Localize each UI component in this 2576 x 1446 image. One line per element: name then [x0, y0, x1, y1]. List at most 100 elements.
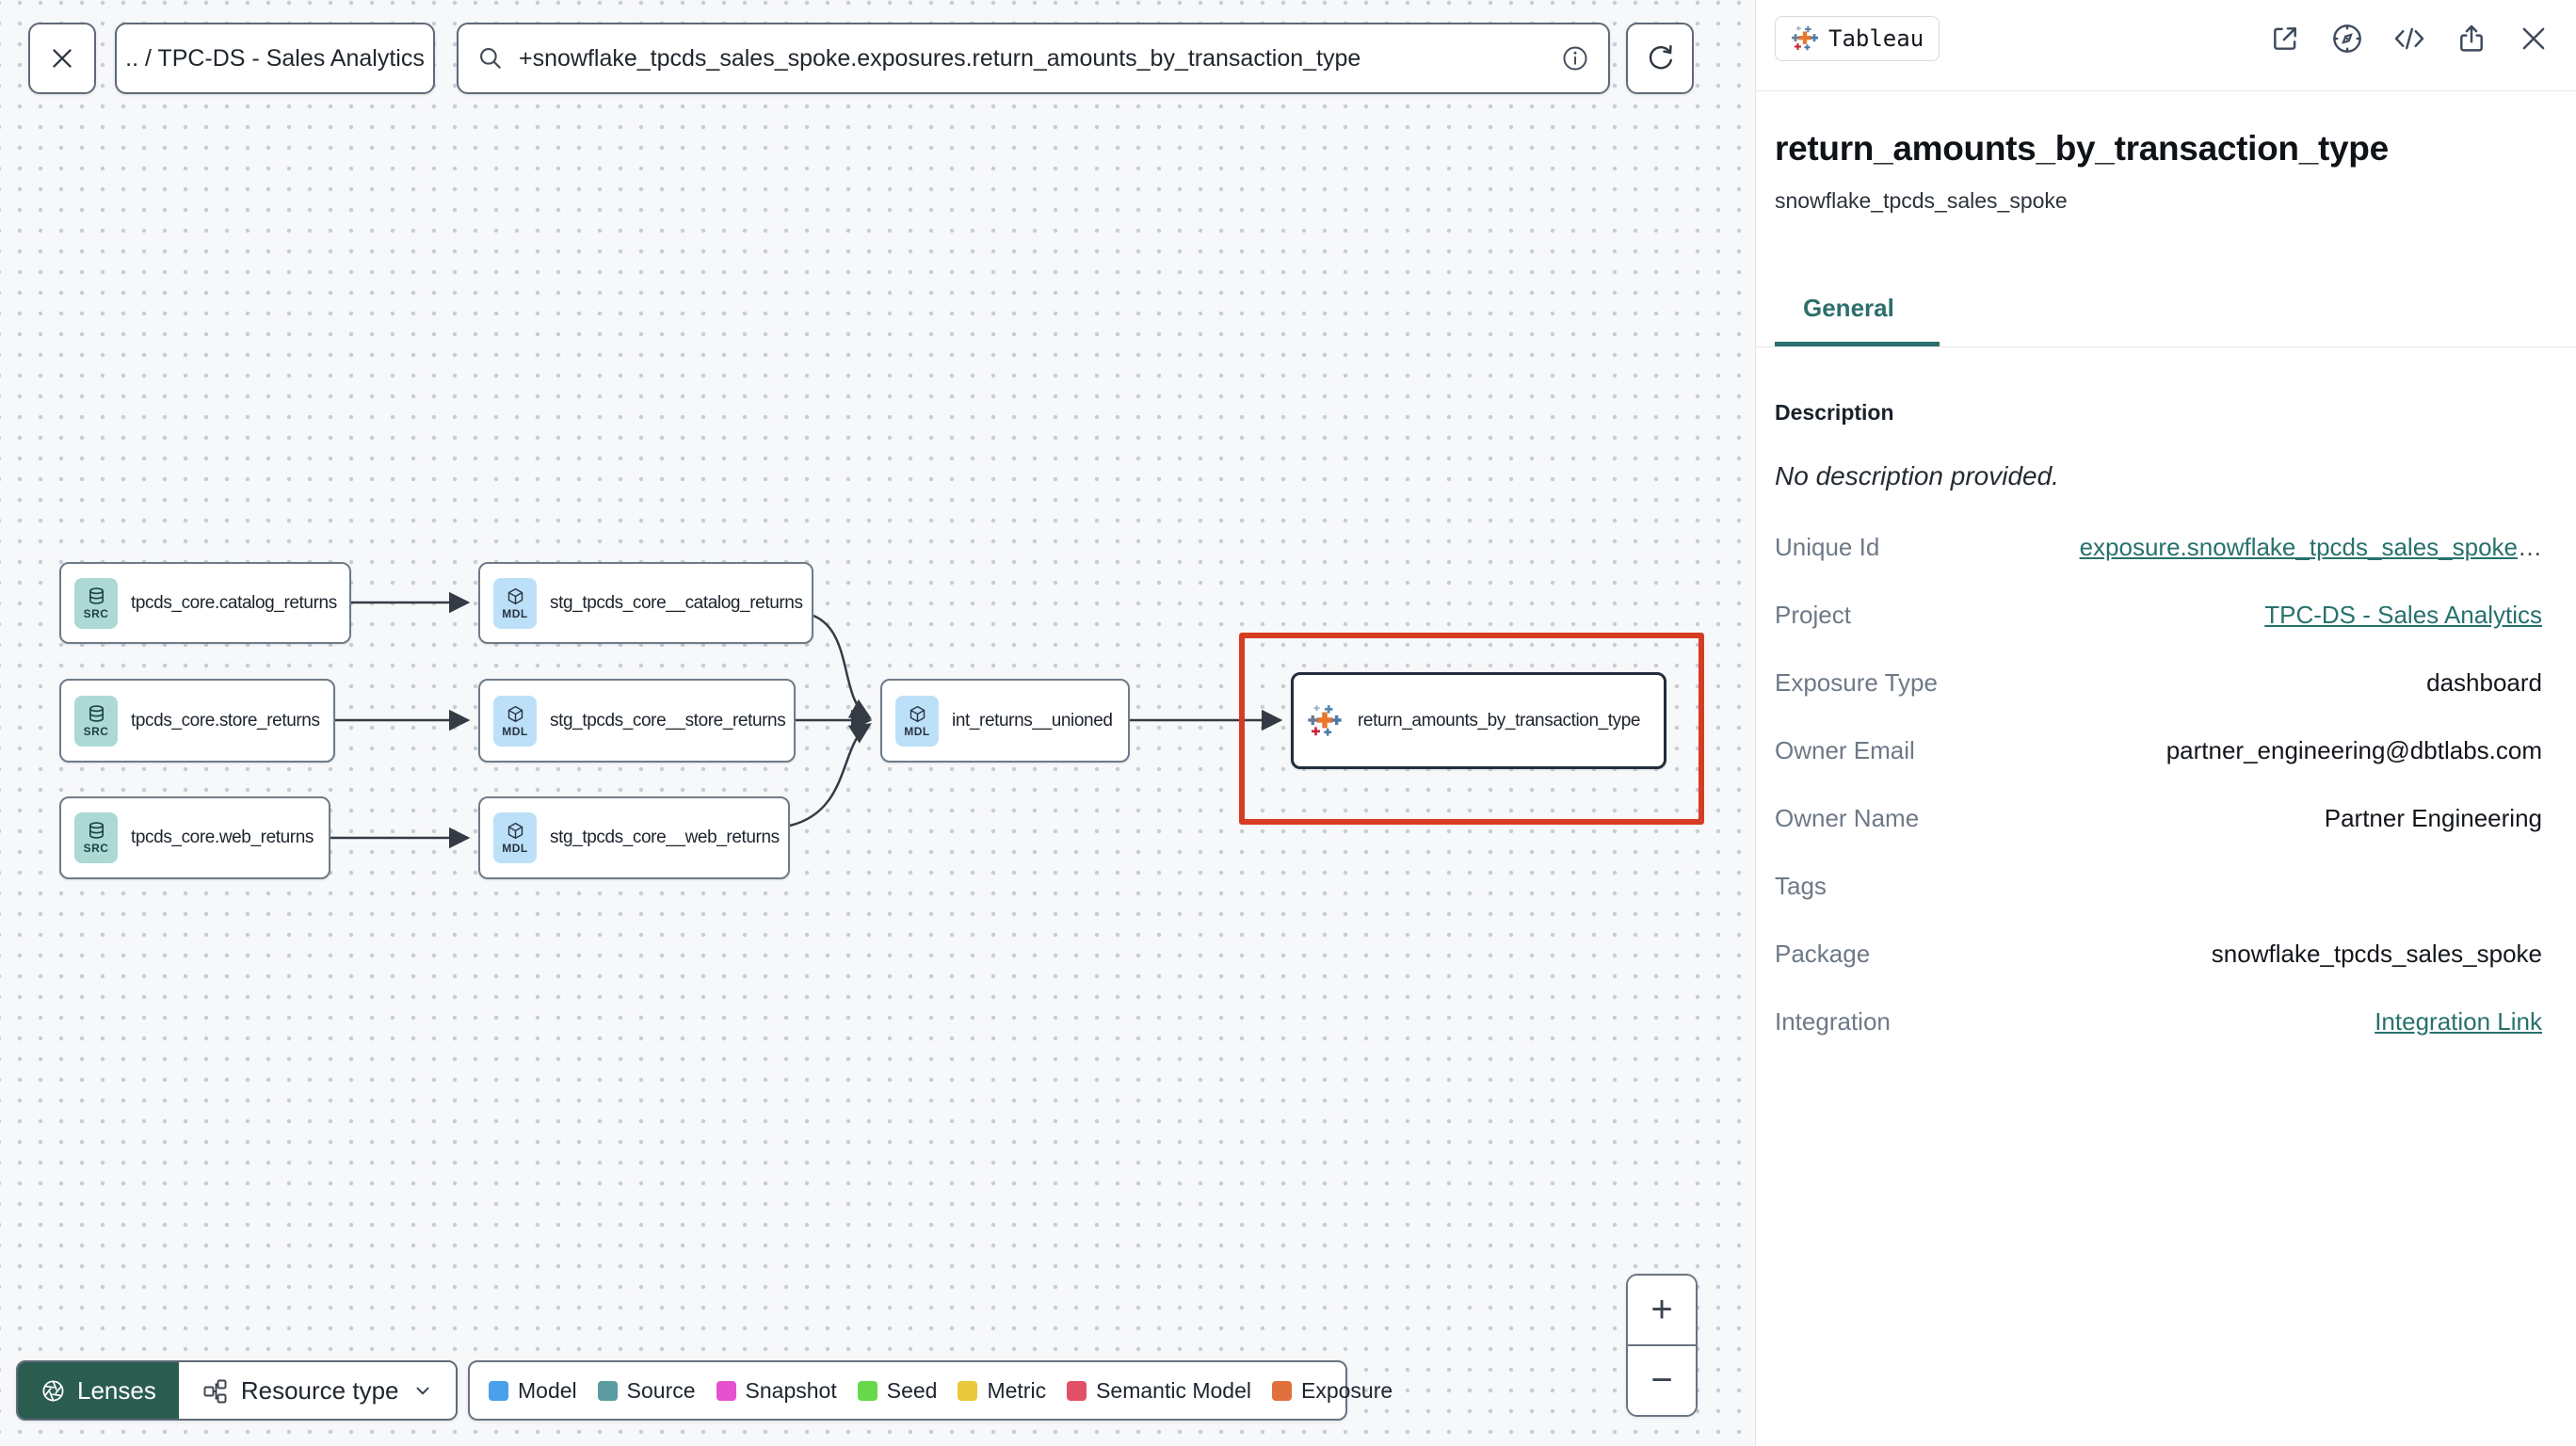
info-icon[interactable]	[1561, 44, 1589, 72]
graph-node-tpcds-core-store-returns[interactable]: SRC tpcds_core.store_returns	[59, 679, 335, 763]
graph-node-tpcds-core-web-returns[interactable]: SRC tpcds_core.web_returns	[59, 796, 330, 879]
model-badge: MDL	[493, 695, 537, 747]
snapshot-swatch	[716, 1380, 736, 1401]
field-row-owner-email: Owner Email partner_engineering@dbtlabs.…	[1775, 735, 2542, 764]
graph-node-int-returns-unioned[interactable]: MDL int_returns__unioned	[880, 679, 1130, 763]
external-link-icon	[2274, 27, 2296, 50]
tableau-badge-label: Tableau	[1828, 25, 1924, 52]
search-input[interactable]	[519, 44, 1546, 72]
legend-item-semantic-model: Semantic Model	[1067, 1378, 1251, 1404]
node-label: tpcds_core.catalog_returns	[131, 592, 337, 613]
badge-label: MDL	[502, 842, 528, 855]
badge-label: MDL	[502, 724, 528, 738]
field-row-exposure-type: Exposure Type dashboard	[1775, 667, 2542, 697]
field-row-unique-id: Unique Id exposure.snowflake_tpcds_sales…	[1775, 532, 2542, 561]
cube-icon	[507, 822, 523, 840]
compass-icon	[2333, 24, 2361, 53]
source-badge: SRC	[74, 577, 118, 629]
model-badge: MDL	[895, 695, 939, 747]
explore-button[interactable]	[2326, 12, 2368, 65]
close-icon	[53, 49, 72, 68]
chevron-down-icon	[415, 1387, 429, 1395]
search-icon	[480, 48, 501, 69]
details-fields: Unique Id exposure.snowflake_tpcds_sales…	[1775, 513, 2542, 1055]
field-row-package: Package snowflake_tpcds_sales_spoke	[1775, 939, 2542, 968]
close-panel-button[interactable]	[2513, 12, 2554, 65]
open-external-button[interactable]	[2264, 12, 2306, 65]
field-row-integration: Integration Integration Link	[1775, 1006, 2542, 1036]
resource-type-dropdown[interactable]: Resource type	[178, 1362, 456, 1419]
database-icon	[89, 704, 104, 722]
share-button[interactable]	[2451, 12, 2492, 65]
field-row-tags: Tags	[1775, 871, 1827, 900]
description-value: No description provided.	[1775, 461, 2059, 490]
resource-type-label: Resource type	[240, 1375, 399, 1405]
metric-swatch	[958, 1380, 978, 1401]
truncation-ellipsis: …	[2518, 532, 2542, 561]
tab-divider	[1756, 346, 2576, 347]
node-label: int_returns__unioned	[952, 710, 1113, 731]
database-icon	[89, 822, 104, 839]
badge-label: SRC	[83, 606, 109, 620]
lenses-label: Lenses	[77, 1375, 156, 1405]
node-label: stg_tpcds_core__web_returns	[550, 827, 780, 847]
resource-type-icon	[203, 1379, 227, 1404]
view-code-button[interactable]	[2389, 12, 2430, 65]
view-options-group: Lenses Resource type	[16, 1360, 458, 1421]
lineage-canvas[interactable]: SRC tpcds_core.catalog_returns SRC tpcds…	[0, 0, 2004, 1446]
source-badge: SRC	[74, 695, 118, 747]
field-row-owner-name: Owner Name Partner Engineering	[1775, 803, 2542, 832]
zoom-out-button[interactable]: −	[1628, 1346, 1696, 1415]
panel-actions	[2264, 12, 2554, 65]
refresh-icon	[1649, 44, 1673, 70]
cube-icon	[507, 705, 523, 722]
node-label: tpcds_core.web_returns	[131, 827, 314, 847]
breadcrumb[interactable]: .. / TPC-DS - Sales Analytics	[115, 23, 435, 94]
project-link[interactable]: TPC-DS - Sales Analytics	[2264, 601, 2542, 630]
seed-swatch	[857, 1380, 877, 1401]
semantic-model-swatch	[1067, 1380, 1087, 1401]
legend-item-metric: Metric	[958, 1378, 1046, 1404]
aperture-icon	[42, 1380, 64, 1401]
legend-item-exposure: Exposure	[1272, 1378, 1393, 1404]
tableau-badge: Tableau	[1775, 16, 1940, 61]
resource-title: return_amounts_by_transaction_type	[1775, 129, 2389, 168]
dbt-explorer-lineage-app: SRC tpcds_core.catalog_returns SRC tpcds…	[0, 0, 2576, 1446]
graph-node-stg-store-returns[interactable]: MDL stg_tpcds_core__store_returns	[478, 679, 796, 763]
cube-icon	[910, 705, 925, 722]
node-label: stg_tpcds_core__store_returns	[550, 710, 786, 731]
panel-header: Tableau	[1756, 0, 2576, 91]
description-heading: Description	[1775, 400, 1894, 425]
graph-node-tpcds-core-catalog-returns[interactable]: SRC tpcds_core.catalog_returns	[59, 562, 351, 644]
tab-general[interactable]: General	[1803, 294, 1894, 323]
lineage-search	[457, 23, 1610, 94]
unique-id-link[interactable]: exposure.snowflake_tpcds_sales_spoke	[2080, 533, 2518, 561]
exposure-swatch	[1272, 1380, 1292, 1401]
legend-item-source: Source	[597, 1378, 696, 1404]
legend-item-snapshot: Snapshot	[716, 1378, 837, 1404]
close-lineage-button[interactable]	[28, 23, 96, 94]
close-icon	[2522, 27, 2545, 50]
model-badge: MDL	[493, 812, 537, 863]
refresh-lineage-button[interactable]	[1626, 23, 1694, 94]
database-icon	[89, 586, 104, 604]
graph-node-stg-web-returns[interactable]: MDL stg_tpcds_core__web_returns	[478, 796, 790, 879]
node-label: stg_tpcds_core__catalog_returns	[550, 592, 803, 613]
lenses-button[interactable]: Lenses	[18, 1362, 179, 1419]
share-icon	[2460, 24, 2483, 52]
badge-label: SRC	[83, 842, 109, 855]
node-label: tpcds_core.store_returns	[131, 710, 320, 731]
tableau-icon	[1792, 25, 1818, 51]
graph-node-return-amounts-by-transaction-type[interactable]: return_amounts_by_transaction_type	[1291, 672, 1666, 769]
details-panel: Tableau return_amounts_by_transaction_ty…	[1755, 0, 2576, 1446]
badge-label: SRC	[83, 724, 109, 738]
badge-label: MDL	[502, 606, 528, 620]
zoom-in-button[interactable]: +	[1628, 1276, 1696, 1346]
legend-item-seed: Seed	[857, 1378, 937, 1404]
model-swatch	[489, 1380, 508, 1401]
field-row-project: Project TPC-DS - Sales Analytics	[1775, 600, 2542, 630]
integration-link[interactable]: Integration Link	[2375, 1007, 2542, 1036]
cube-icon	[507, 587, 523, 604]
legend-item-model: Model	[489, 1378, 577, 1404]
graph-node-stg-catalog-returns[interactable]: MDL stg_tpcds_core__catalog_returns	[478, 562, 813, 644]
